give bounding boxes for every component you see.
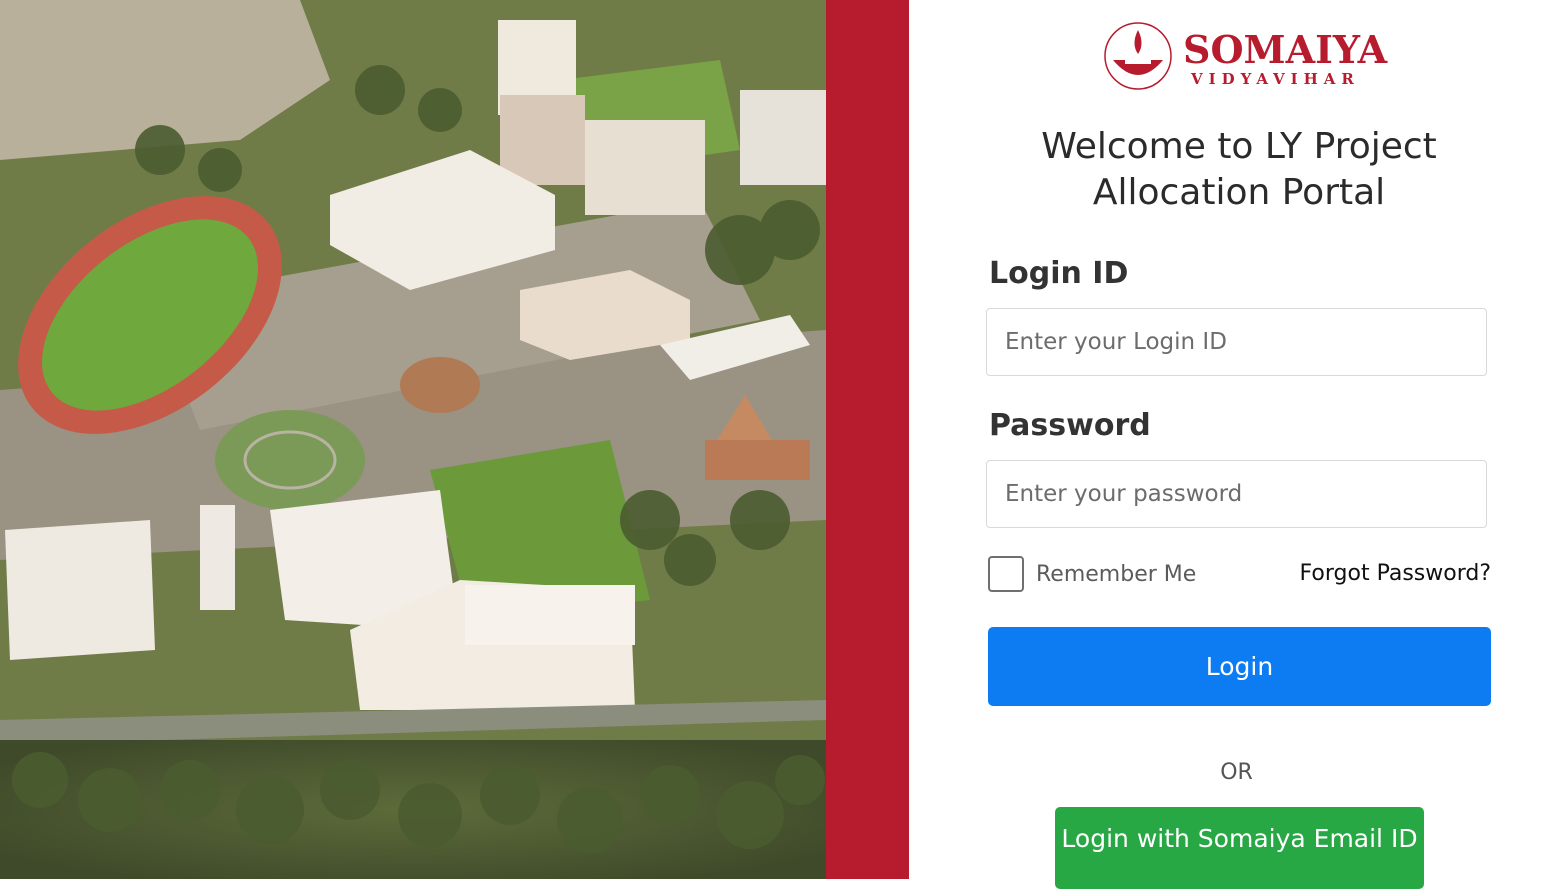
remember-me-label: Remember Me — [1036, 561, 1197, 587]
campus-aerial-image — [0, 0, 826, 879]
login-id-label: Login ID — [989, 256, 1129, 291]
password-label: Password — [989, 408, 1151, 443]
login-panel: SOMAIYA VIDYAVIHAR Welcome to LY Project… — [909, 0, 1564, 889]
remember-me[interactable]: Remember Me — [988, 555, 1196, 593]
somaiya-logo: SOMAIYA VIDYAVIHAR — [1095, 20, 1395, 92]
remember-me-checkbox[interactable] — [988, 556, 1024, 592]
campus-illustration — [0, 0, 826, 879]
lamp-emblem-icon — [1104, 22, 1172, 90]
or-divider: OR — [1220, 760, 1253, 785]
sso-login-button[interactable]: Login with Somaiya Email ID — [1055, 807, 1424, 889]
brand-subname: VIDYAVIHAR — [1191, 70, 1360, 88]
accent-band — [826, 0, 909, 879]
brand-name: SOMAIYA — [1183, 27, 1388, 72]
login-id-input[interactable] — [986, 308, 1487, 376]
password-input[interactable] — [986, 460, 1487, 528]
login-button[interactable]: Login — [988, 627, 1491, 706]
page-title: Welcome to LY Project Allocation Portal — [1041, 126, 1437, 213]
forgot-password-link[interactable]: Forgot Password? — [1300, 561, 1491, 586]
